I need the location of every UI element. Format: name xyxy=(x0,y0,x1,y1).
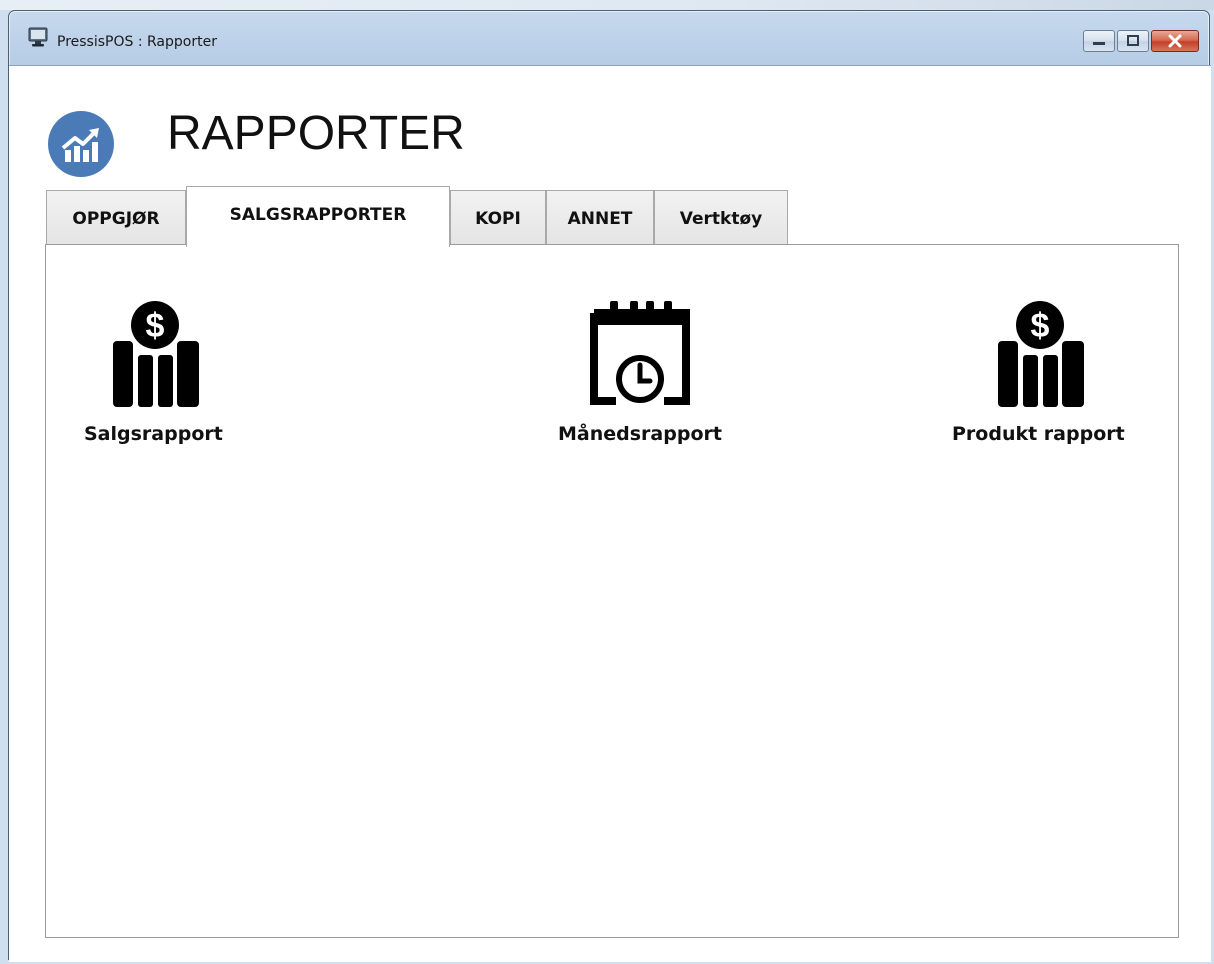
monitor-icon xyxy=(28,27,48,47)
close-icon xyxy=(1152,31,1198,51)
salgsrapport-button[interactable]: $ Salgsrapport xyxy=(84,297,223,445)
manedsrapport-label: Månedsrapport xyxy=(558,423,722,445)
tab-kopi[interactable]: KOPI xyxy=(450,190,546,246)
svg-text:$: $ xyxy=(146,307,165,345)
tab-panel-salgsrapporter: $ Salgsrapport Månedsrapport $ Produkt r… xyxy=(45,244,1179,938)
dollar-bar-chart-icon: $ xyxy=(113,298,200,407)
window-client-area: RAPPORTER OPPGJØR SALGSRAPPORTER KOPI AN… xyxy=(9,65,1211,962)
maximize-button[interactable] xyxy=(1117,30,1149,52)
close-button[interactable] xyxy=(1151,30,1199,52)
calendar-clock-icon xyxy=(589,301,690,405)
growth-chart-icon xyxy=(48,111,114,177)
produkt-rapport-label: Produkt rapport xyxy=(952,423,1125,445)
restore-icon xyxy=(1118,31,1148,51)
manedsrapport-button[interactable]: Månedsrapport xyxy=(558,297,722,445)
dollar-bar-chart-icon: $ xyxy=(998,298,1085,407)
page-title: RAPPORTER xyxy=(167,107,465,160)
desktop-background xyxy=(0,0,1214,10)
window-title: PressisPOS : Rapporter xyxy=(57,34,217,50)
title-bar[interactable]: PressisPOS : Rapporter xyxy=(9,11,1209,65)
tab-salgsrapporter[interactable]: SALGSRAPPORTER xyxy=(186,186,450,247)
tab-oppgjor[interactable]: OPPGJØR xyxy=(46,190,186,246)
app-window: PressisPOS : Rapporter RAPPORTER OPPGJØR… xyxy=(8,10,1211,962)
svg-text:$: $ xyxy=(1031,307,1050,345)
tab-verktoy[interactable]: Vertktøy xyxy=(654,190,788,246)
tab-annet[interactable]: ANNET xyxy=(546,190,654,246)
salgsrapport-label: Salgsrapport xyxy=(84,423,223,445)
minimize-icon xyxy=(1084,31,1114,51)
produkt-rapport-button[interactable]: $ Produkt rapport xyxy=(952,297,1125,445)
minimize-button[interactable] xyxy=(1083,30,1115,52)
